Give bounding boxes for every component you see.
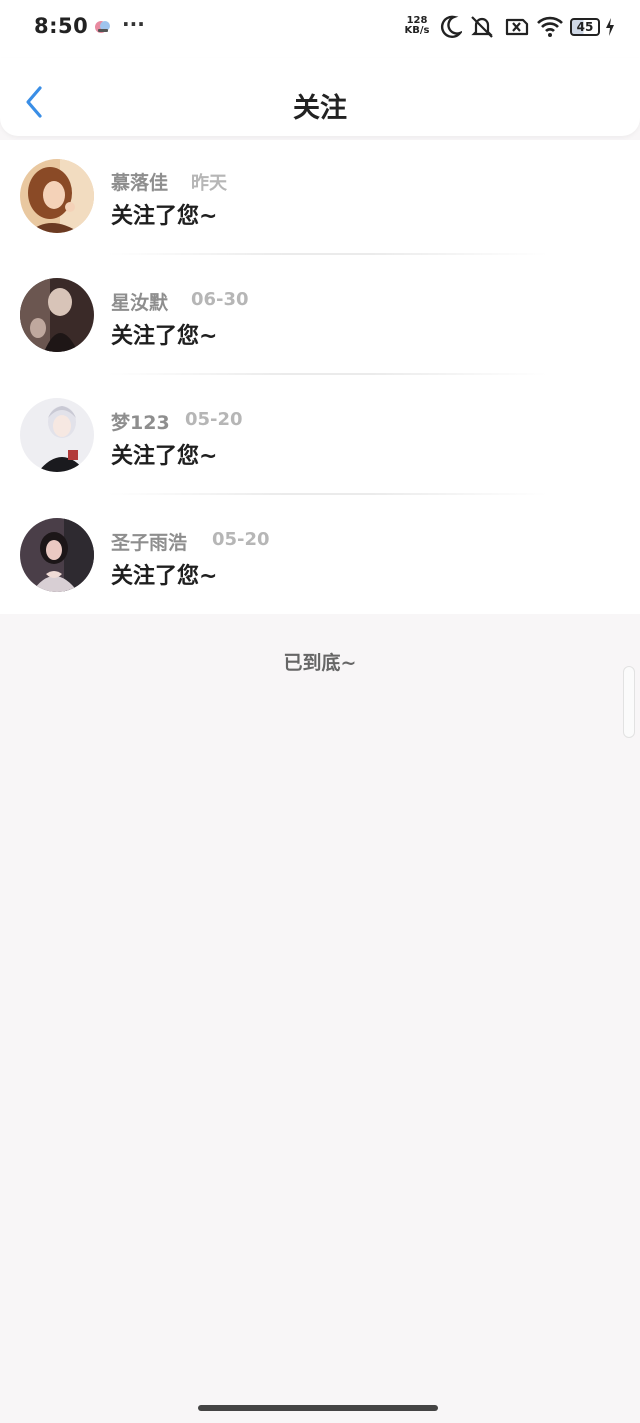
avatar[interactable] [20, 518, 94, 592]
list-item[interactable]: 星汝默 06-30 关注了您~ [0, 260, 640, 380]
follow-date: 05-20 [212, 529, 270, 550]
avatar[interactable] [20, 159, 94, 233]
divider [108, 253, 548, 255]
app-notification-icon [95, 21, 110, 33]
scrollbar[interactable] [623, 666, 635, 738]
charging-icon [606, 18, 614, 36]
status-more-icon: ··· [122, 12, 145, 36]
net-speed: 128 KB/s [400, 16, 434, 36]
follower-name: 星汝默 [111, 292, 169, 314]
header-bar: 关注 [0, 58, 640, 136]
status-time: 8:50 [34, 14, 89, 38]
battery-icon: 45 [570, 18, 600, 36]
avatar[interactable] [20, 278, 94, 352]
follow-date: 05-20 [185, 409, 243, 430]
list-item[interactable]: 梦123 05-20 关注了您~ [0, 380, 640, 500]
follower-name: 慕落佳 [111, 172, 169, 194]
list-item[interactable]: 慕落佳 昨天 关注了您~ [0, 140, 640, 260]
mute-icon [471, 16, 493, 38]
battery-level: 45 [576, 20, 594, 34]
divider [108, 373, 548, 375]
follower-name: 圣子雨浩 [111, 532, 188, 554]
follow-message: 关注了您~ [111, 444, 218, 469]
follow-message: 关注了您~ [111, 564, 218, 589]
divider [108, 493, 548, 495]
status-bar: 8:50 ··· 128 KB/s 45 [0, 0, 640, 58]
follow-message: 关注了您~ [111, 324, 218, 349]
follow-message: 关注了您~ [111, 204, 218, 229]
sim-disabled-icon [505, 18, 529, 36]
follower-list: 慕落佳 昨天 关注了您~ 星汝默 06-30 关注了您~ 梦123 05-20 … [0, 140, 640, 614]
page-title: 关注 [293, 93, 347, 124]
net-speed-unit: KB/s [404, 25, 430, 36]
avatar[interactable] [20, 398, 94, 472]
list-item[interactable]: 圣子雨浩 05-20 关注了您~ [0, 500, 640, 620]
follow-date: 06-30 [191, 289, 249, 310]
home-indicator[interactable] [198, 1405, 438, 1411]
moon-icon [440, 15, 462, 38]
wifi-icon [537, 16, 563, 37]
follow-date: 昨天 [191, 173, 227, 194]
follower-name: 梦123 [111, 412, 170, 434]
end-of-list-text: 已到底~ [283, 652, 357, 674]
